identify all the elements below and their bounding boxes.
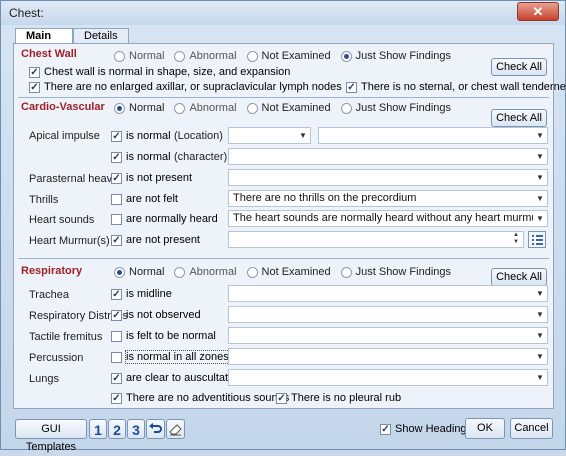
pleural-rub-checkbox[interactable]: ✓ There is no pleural rub [276,392,401,404]
spinner-icon[interactable]: ▲ ▼ [509,232,523,247]
thrills-select[interactable]: There are no thrills on the precordium ▼ [228,190,548,207]
apical-location-select[interactable]: ▼ [228,127,311,144]
respiratory-distress-select[interactable]: ▼ [228,306,548,323]
trachea-checkbox[interactable]: ✓ is midline [111,288,172,300]
apical-character-checkbox[interactable]: ✓ is normal [111,151,171,163]
chest-wall-just-show-radio[interactable]: Just Show Findings [340,50,451,62]
window-title: Chest: [9,6,44,20]
template-2-button[interactable]: 2 [108,419,126,439]
chest-wall-abnormal-radio[interactable]: Abnormal [174,50,237,62]
respiratory-normal-radio[interactable]: Normal [114,266,164,278]
trachea-select[interactable]: ▼ [228,285,548,302]
lungs-select[interactable]: ▼ [228,369,548,386]
chest-wall-title: Chest Wall [21,48,77,60]
dropdown-arrow-icon[interactable]: ▼ [533,211,547,226]
cardio-abnormal-radio[interactable]: Abnormal [174,102,237,114]
tactile-fremitus-checkbox[interactable]: is felt to be normal [111,330,216,342]
chest-wall-check-all-button[interactable]: Check All [491,58,547,76]
apical-character-select[interactable]: ▼ [228,148,548,165]
parasternal-heave-checkbox[interactable]: ✓ is not present [111,172,192,184]
cardio-title: Cardio-Vascular [21,101,105,113]
respiratory-abnormal-radio[interactable]: Abnormal [174,266,237,278]
respiratory-title: Respiratory [21,265,83,277]
thrills-label: Thrills [29,194,59,206]
heart-sounds-label: Heart sounds [29,214,95,226]
parasternal-heave-select[interactable]: ▼ [228,169,548,186]
parasternal-heave-label: Parasternal heave [29,173,119,185]
thrills-checkbox[interactable]: are not felt [111,193,178,205]
chest-wall-tenderness-checkbox[interactable]: ✓ There is no sternal, or chest wall tend… [346,81,566,93]
heart-murmur-checkbox[interactable]: ✓ are not present [111,234,200,246]
list-icon[interactable] [528,231,546,248]
apical-impulse-label: Apical impulse [29,130,100,142]
respiratory-distress-checkbox[interactable]: ✓ is not observed [111,309,201,321]
heart-sounds-select[interactable]: The heart sounds are normally heard with… [228,210,548,227]
respiratory-check-all-button[interactable]: Check All [491,268,547,286]
show-heading-checkbox[interactable]: ✓ Show Heading [380,423,467,435]
cardio-options: Normal Abnormal Not Examined Just Show F… [114,102,461,114]
tactile-fremitus-select[interactable]: ▼ [228,327,548,344]
close-button[interactable]: ✕ [517,2,559,21]
dropdown-arrow-icon[interactable]: ▼ [533,328,547,343]
gui-templates-button[interactable]: GUI Templates [15,419,87,453]
dropdown-arrow-icon[interactable]: ▼ [533,128,547,143]
title-bar: Chest: ✕ [1,1,565,25]
character-label: (character) [174,151,228,163]
adventitious-sounds-checkbox[interactable]: ✓ There are no adventitious sounds [111,392,289,404]
cardio-just-show-radio[interactable]: Just Show Findings [340,102,451,114]
template-1-button[interactable]: 1 [89,419,107,439]
dropdown-arrow-icon[interactable]: ▼ [533,307,547,322]
dropdown-arrow-icon[interactable]: ▼ [533,149,547,164]
dropdown-arrow-icon[interactable]: ▼ [296,128,310,143]
cardio-normal-radio[interactable]: Normal [114,102,164,114]
respiratory-options: Normal Abnormal Not Examined Just Show F… [114,266,461,278]
chest-wall-not-examined-radio[interactable]: Not Examined [246,50,331,62]
dropdown-arrow-icon[interactable]: ▼ [533,349,547,364]
dropdown-arrow-icon[interactable]: ▼ [533,191,547,206]
cardio-not-examined-radio[interactable]: Not Examined [246,102,331,114]
separator [18,97,549,98]
cancel-button[interactable]: Cancel [510,418,553,439]
chest-wall-normal-radio[interactable]: Normal [114,50,164,62]
tactile-fremitus-label: Tactile fremitus [29,331,103,343]
dropdown-arrow-icon[interactable]: ▼ [533,170,547,185]
chest-dialog: Chest: ✕ Main Details Chest Wall Normal … [0,0,566,453]
chest-wall-shape-checkbox[interactable]: ✓ Chest wall is normal in shape, size, an… [29,66,290,78]
trachea-label: Trachea [29,289,69,301]
tab-details[interactable]: Details [73,28,129,44]
dropdown-arrow-icon[interactable]: ▼ [533,370,547,385]
apical-location-checkbox[interactable]: ✓ is normal [111,130,171,142]
location-label: (Location) [174,130,223,142]
chest-wall-lymph-checkbox[interactable]: ✓ There are no enlarged axillar, or supra… [29,81,342,93]
percussion-label: Percussion [29,352,84,364]
undo-icon[interactable] [146,419,165,439]
ok-button[interactable]: OK [465,418,505,439]
template-3-button[interactable]: 3 [127,419,145,439]
heart-sounds-checkbox[interactable]: are normally heard [111,213,218,225]
apical-location-detail-select[interactable]: ▼ [318,127,548,144]
percussion-select[interactable]: ▼ [228,348,548,365]
respiratory-not-examined-radio[interactable]: Not Examined [246,266,331,278]
dropdown-arrow-icon[interactable]: ▼ [533,286,547,301]
lungs-label: Lungs [29,373,59,385]
heart-murmur-field[interactable]: ▲ ▼ [228,231,524,248]
chest-wall-options: Normal Abnormal Not Examined Just Show F… [114,50,461,62]
respiratory-just-show-radio[interactable]: Just Show Findings [340,266,451,278]
eraser-icon[interactable] [166,419,185,439]
main-panel: Chest Wall Normal Abnormal Not Examined … [13,43,566,409]
lungs-checkbox[interactable]: ✓ are clear to auscultation [111,372,243,384]
heart-murmur-label: Heart Murmur(s) [29,235,110,247]
percussion-checkbox[interactable]: is normal in all zones [111,350,230,364]
separator [18,258,549,259]
cardio-check-all-button[interactable]: Check All [491,109,547,127]
